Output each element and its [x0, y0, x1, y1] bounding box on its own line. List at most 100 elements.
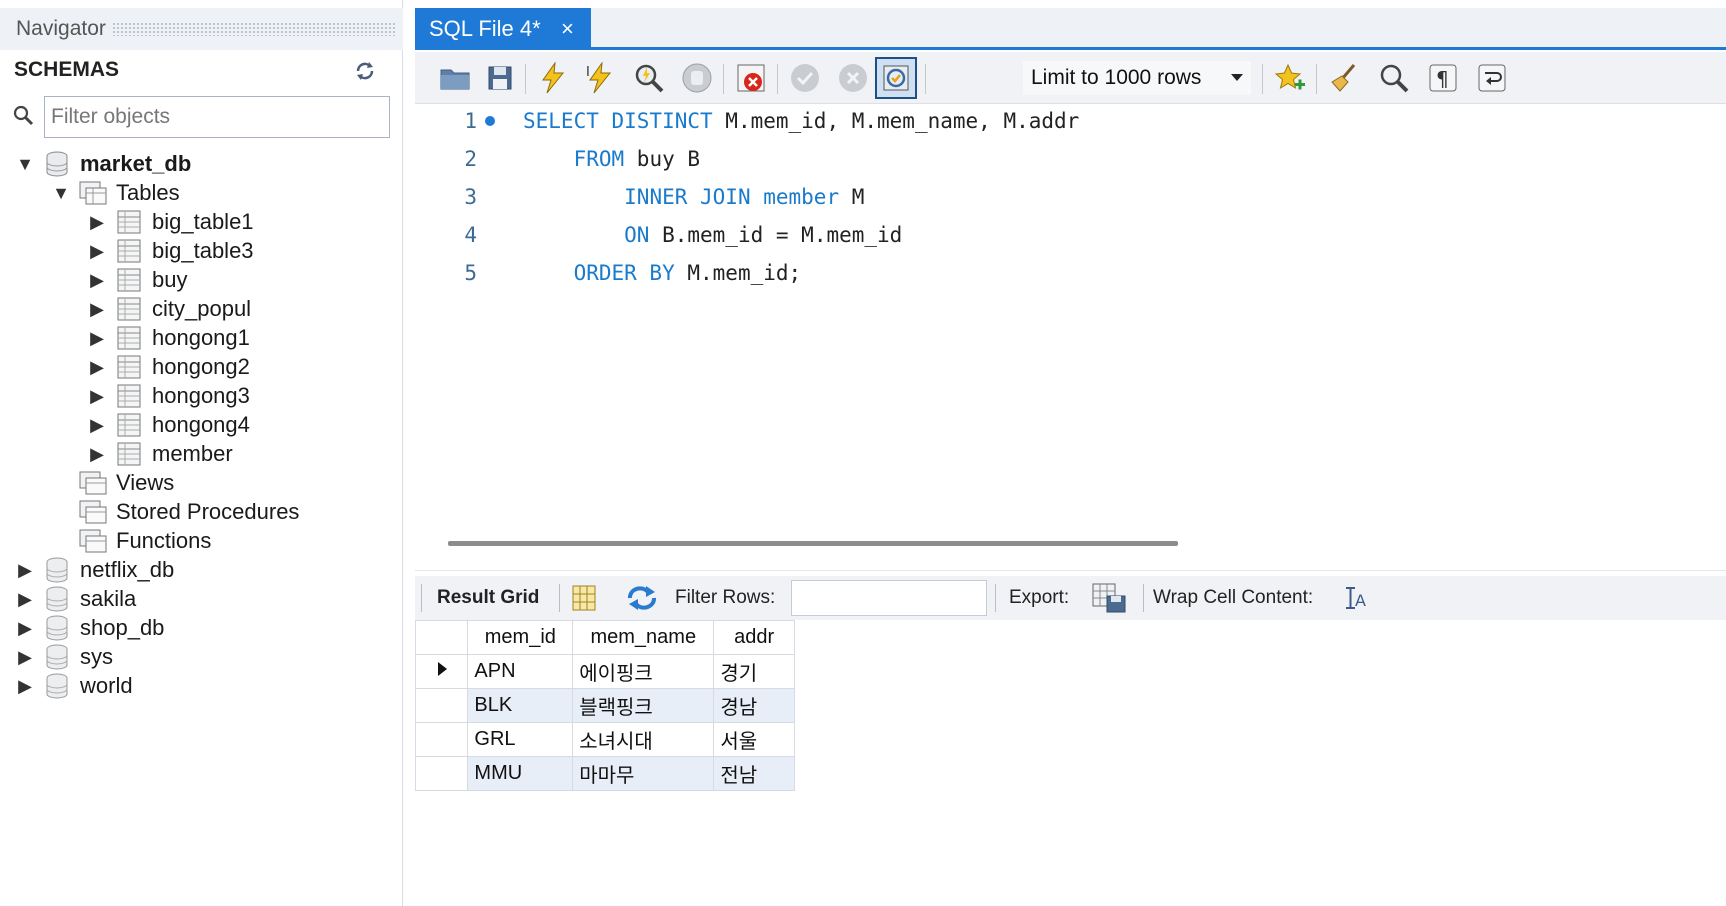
cell-mem-name[interactable]: 블랙핑크: [572, 688, 715, 723]
cell-mem-id[interactable]: GRL: [467, 722, 574, 757]
schema-netflix-db[interactable]: ▶ netflix_db: [14, 554, 174, 586]
caret-right-icon[interactable]: ▶: [14, 588, 36, 610]
table-item[interactable]: ▶ big_table3: [86, 235, 253, 267]
caret-right-icon[interactable]: ▶: [86, 298, 108, 320]
caret-right-icon[interactable]: ▶: [86, 443, 108, 465]
line-number: 2: [464, 147, 477, 171]
cell-addr[interactable]: 서울: [713, 722, 795, 757]
close-icon[interactable]: ×: [561, 18, 574, 40]
caret-down-icon[interactable]: ▼: [14, 153, 36, 175]
schema-shop-db[interactable]: ▶ shop_db: [14, 612, 164, 644]
row-header[interactable]: [414, 688, 469, 723]
refresh-schemas-icon[interactable]: [352, 58, 378, 84]
cell-mem-id[interactable]: APN: [467, 654, 574, 689]
table-row[interactable]: MMU 마마무 전남: [414, 756, 795, 791]
toggle-error-icon[interactable]: [733, 60, 769, 96]
stored-procedures-folder[interactable]: Stored Procedures: [78, 496, 299, 528]
table-item[interactable]: ▶ hongong3: [86, 380, 250, 412]
row-header[interactable]: [414, 722, 469, 757]
column-header[interactable]: mem_name: [572, 620, 715, 655]
invisibles-icon[interactable]: ¶: [1425, 60, 1461, 96]
schema-world[interactable]: ▶ world: [14, 670, 133, 702]
table-label: hongong4: [152, 412, 250, 437]
sql-editor[interactable]: 1 SELECT DISTINCT M.mem_id, M.mem_name, …: [415, 105, 1726, 525]
toolbar-separator: [777, 64, 778, 94]
caret-down-icon[interactable]: ▼: [50, 182, 72, 204]
column-header[interactable]: mem_id: [467, 620, 574, 655]
table-item[interactable]: ▶ member: [86, 438, 233, 470]
caret-right-icon[interactable]: ▶: [86, 211, 108, 233]
grid-layout-icon[interactable]: [571, 576, 597, 620]
caret-right-icon[interactable]: ▶: [86, 269, 108, 291]
cell-addr[interactable]: 경남: [713, 688, 795, 723]
current-row-icon[interactable]: [414, 654, 469, 689]
table-item[interactable]: ▶ city_popul: [86, 293, 251, 325]
cell-mem-id[interactable]: BLK: [467, 688, 574, 723]
caret-right-icon[interactable]: ▶: [14, 559, 36, 581]
commit-icon[interactable]: [787, 60, 823, 96]
table-row[interactable]: APN 에이핑크 경기: [414, 654, 795, 689]
cell-mem-name[interactable]: 소녀시대: [572, 722, 715, 757]
svg-text:¶: ¶: [1436, 67, 1449, 91]
panel-splitter[interactable]: [415, 570, 1726, 571]
table-label: buy: [152, 267, 188, 292]
table-icon: [114, 382, 144, 410]
find-icon[interactable]: [1376, 60, 1412, 96]
cell-addr[interactable]: 경기: [713, 654, 795, 689]
caret-right-icon[interactable]: ▶: [14, 646, 36, 668]
table-icon: [114, 266, 144, 294]
schema-sakila[interactable]: ▶ sakila: [14, 583, 136, 615]
table-item[interactable]: ▶ hongong1: [86, 322, 250, 354]
cell-mem-id[interactable]: MMU: [467, 756, 574, 791]
schema-sys[interactable]: ▶ sys: [14, 641, 113, 673]
views-folder[interactable]: Views: [78, 467, 174, 499]
functions-folder[interactable]: Functions: [78, 525, 211, 557]
table-item[interactable]: ▶ hongong2: [86, 351, 250, 383]
tables-folder[interactable]: ▼ Tables: [50, 177, 180, 209]
caret-right-icon[interactable]: ▶: [86, 356, 108, 378]
stop-icon[interactable]: [679, 60, 715, 96]
filter-objects-input[interactable]: [44, 96, 390, 138]
open-folder-icon[interactable]: [437, 60, 473, 96]
table-item[interactable]: ▶ big_table1: [86, 206, 253, 238]
panel-grip[interactable]: [111, 22, 395, 36]
caret-right-icon[interactable]: ▶: [14, 675, 36, 697]
sql-keyword: ORDER BY: [573, 261, 675, 285]
database-icon: [42, 672, 72, 700]
caret-right-icon[interactable]: ▶: [86, 240, 108, 262]
explain-icon[interactable]: [631, 60, 667, 96]
autocommit-icon[interactable]: [875, 57, 917, 99]
caret-right-icon[interactable]: ▶: [86, 327, 108, 349]
caret-right-icon[interactable]: ▶: [86, 385, 108, 407]
table-row[interactable]: GRL 소녀시대 서울: [414, 722, 795, 757]
table-icon: [114, 295, 144, 323]
caret-right-icon[interactable]: ▶: [14, 617, 36, 639]
beautify-icon[interactable]: [1326, 60, 1362, 96]
caret-right-icon[interactable]: ▶: [86, 414, 108, 436]
refresh-results-icon[interactable]: [625, 576, 659, 620]
cell-mem-name[interactable]: 에이핑크: [572, 654, 715, 689]
cell-addr[interactable]: 전남: [713, 756, 795, 791]
schema-market-db[interactable]: ▼ market_db: [14, 148, 191, 180]
result-grid-tab[interactable]: Result Grid: [437, 576, 539, 620]
save-icon[interactable]: [482, 60, 518, 96]
database-icon: [42, 643, 72, 671]
folder-procedures-icon: [78, 498, 108, 526]
wrap-cell-icon[interactable]: A: [1343, 576, 1369, 620]
execute-icon[interactable]: [535, 60, 571, 96]
filter-rows-input[interactable]: [791, 580, 987, 616]
filter-rows-label: Filter Rows:: [675, 587, 776, 608]
cell-mem-name[interactable]: 마마무: [572, 756, 715, 791]
editor-horizontal-scrollbar[interactable]: [448, 541, 1178, 546]
limit-rows-select[interactable]: Limit to 1000 rows: [1022, 60, 1252, 96]
export-icon[interactable]: [1091, 576, 1127, 620]
execute-current-icon[interactable]: I: [583, 60, 619, 96]
table-item[interactable]: ▶ hongong4: [86, 409, 250, 441]
table-row[interactable]: BLK 블랙핑크 경남: [414, 688, 795, 723]
table-item[interactable]: ▶ buy: [86, 264, 187, 296]
row-header[interactable]: [414, 756, 469, 791]
column-header[interactable]: addr: [713, 620, 795, 655]
bookmark-star-icon[interactable]: [1272, 60, 1308, 96]
wrap-icon[interactable]: [1474, 60, 1510, 96]
rollback-icon[interactable]: [835, 60, 871, 96]
